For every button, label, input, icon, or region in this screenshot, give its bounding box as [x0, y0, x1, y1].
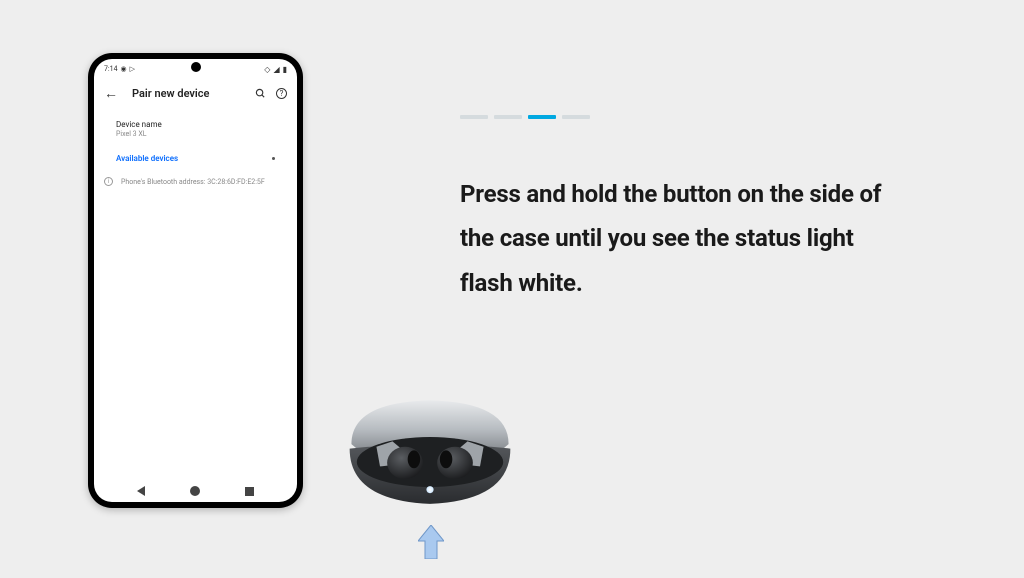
progress-segment [562, 115, 590, 119]
info-icon: i [104, 177, 113, 186]
phone-notch [191, 62, 201, 72]
status-time: 7:14 [104, 65, 118, 73]
phone-screen: 7:14 ◉ ▷ ◇ ◢ ▮ ← Pair new device ? [94, 59, 297, 502]
vibrate-icon: ◇ [264, 65, 270, 74]
help-icon[interactable]: ? [276, 88, 287, 99]
available-devices-row[interactable]: Available devices [94, 144, 297, 169]
progress-segment [494, 115, 522, 119]
nav-back-icon[interactable] [137, 486, 145, 496]
back-icon[interactable]: ← [104, 85, 118, 102]
status-icon: ◉ [121, 65, 127, 73]
available-devices-label: Available devices [116, 154, 178, 163]
page-title: Pair new device [132, 87, 241, 100]
instruction-text: Press and hold the button on the side of… [460, 172, 900, 305]
loading-dot-icon [272, 157, 275, 160]
wifi-icon: ◢ [273, 65, 279, 74]
phone-mockup: 7:14 ◉ ▷ ◇ ◢ ▮ ← Pair new device ? [88, 53, 303, 508]
nav-home-icon[interactable] [190, 486, 200, 496]
progress-indicator [460, 115, 590, 119]
arrow-up-icon [418, 525, 444, 559]
progress-segment [460, 115, 488, 119]
earbuds-case-illustration [335, 395, 525, 520]
nav-recents-icon[interactable] [245, 487, 254, 496]
battery-icon: ▮ [283, 65, 287, 74]
progress-segment-active [528, 115, 556, 119]
device-name-label: Device name [116, 120, 275, 129]
status-light-icon [426, 486, 433, 493]
device-name-value: Pixel 3 XL [116, 130, 275, 138]
status-icon: ▷ [130, 65, 135, 73]
android-nav-bar [94, 486, 297, 496]
bluetooth-address-text: Phone's Bluetooth address: 3C:28:6D:FD:E… [121, 178, 265, 186]
search-icon[interactable] [255, 88, 266, 99]
device-name-section[interactable]: Device name Pixel 3 XL [94, 112, 297, 144]
app-header: ← Pair new device ? [94, 75, 297, 112]
bluetooth-address-row: i Phone's Bluetooth address: 3C:28:6D:FD… [94, 169, 297, 192]
